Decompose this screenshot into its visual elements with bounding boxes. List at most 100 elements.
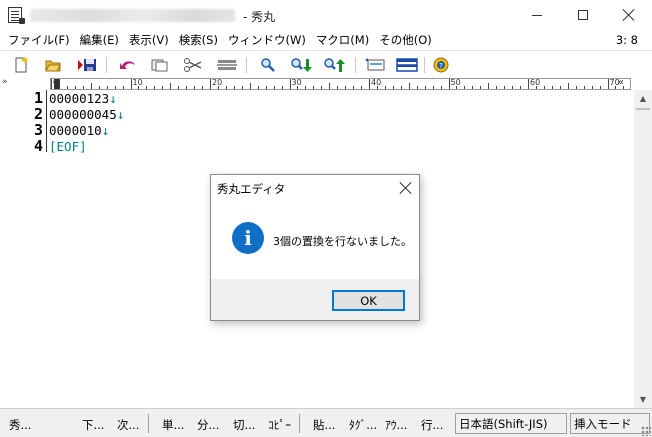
scroll-down-button[interactable]: ▼ — [634, 391, 652, 408]
open-folder-icon — [45, 60, 61, 72]
ruler-tick — [528, 79, 529, 89]
ruler-tick — [257, 86, 259, 89]
dialog-close-button[interactable] — [393, 175, 419, 201]
ruler-tick — [98, 86, 100, 89]
status-word[interactable]: 単... — [162, 417, 184, 433]
gutter-divider — [46, 90, 47, 152]
ruler-label: 30 — [291, 78, 302, 87]
status-line[interactable]: 行... — [421, 417, 443, 433]
document-icon — [8, 7, 25, 24]
ruler-tick — [178, 86, 180, 89]
ruler-tick — [504, 86, 506, 89]
ruler-tick — [210, 79, 211, 89]
search-down-button[interactable] — [290, 55, 312, 75]
menu-window[interactable]: ウィンドウ(W) — [223, 32, 311, 48]
ruler-tick — [416, 86, 418, 89]
ruler-tick — [265, 86, 267, 89]
ruler-tick — [249, 83, 251, 89]
editor-line: 1 00000123↓ — [0, 89, 117, 107]
menu-file[interactable]: ファイル(F) — [3, 32, 75, 48]
resize-grip[interactable] — [641, 426, 651, 436]
insert-mode-indicator[interactable]: 挿入モード — [570, 413, 650, 434]
close-button[interactable] — [606, 0, 652, 30]
split-window-button[interactable] — [396, 55, 418, 75]
status-hidemaru[interactable]: 秀... — [9, 417, 31, 433]
status-cut[interactable]: 切... — [233, 417, 255, 433]
menu-search[interactable]: 検索(S) — [174, 32, 223, 48]
ruler-tick — [122, 86, 124, 89]
encoding-indicator[interactable]: 日本語(Shift-JIS) — [455, 413, 567, 434]
minimize-button[interactable] — [514, 0, 560, 30]
line-content: 000000045 — [49, 106, 117, 122]
open-button[interactable] — [42, 55, 64, 75]
line-text: 00000123↓ — [49, 91, 117, 106]
ruler-corner-marker[interactable]: » — [2, 77, 8, 87]
ruler-tick — [186, 86, 188, 89]
ruler[interactable]: « 0 10 20 30 40 50 60 70 — [50, 78, 631, 90]
menu-view[interactable]: 表示(V) — [124, 32, 174, 48]
ruler-tick — [480, 86, 482, 89]
menu-edit[interactable]: 編集(E) — [75, 32, 124, 48]
ruler-tick — [51, 79, 52, 89]
search-button[interactable] — [257, 55, 279, 75]
ruler-tick — [225, 86, 227, 89]
scroll-thumb[interactable] — [636, 108, 650, 110]
status-outline[interactable]: ｱｳ... — [385, 417, 407, 433]
scroll-up-button[interactable]: ▲ — [634, 90, 652, 107]
ruler-tick — [448, 79, 450, 89]
ruler-label: 60 — [530, 78, 541, 87]
dialog-message: 3個の置換を行ないました。 — [273, 235, 412, 248]
menu-macro[interactable]: マクロ(M) — [311, 32, 374, 48]
ruler-label: 20 — [212, 78, 223, 87]
ok-button[interactable]: OK — [332, 290, 405, 311]
replace-button[interactable] — [364, 55, 386, 75]
status-paste[interactable]: 貼... — [313, 417, 335, 433]
ruler-label: 10 — [132, 78, 143, 87]
ruler-tick — [607, 79, 609, 89]
ruler-tick — [392, 86, 394, 89]
ruler-tick — [194, 86, 196, 89]
vertical-scrollbar[interactable]: ▲ ▼ — [634, 90, 652, 408]
menu-other[interactable]: その他(O) — [374, 32, 437, 48]
status-down[interactable]: 下... — [82, 417, 104, 433]
undo-button[interactable] — [117, 55, 139, 75]
ruler-tick — [472, 86, 474, 89]
status-copy[interactable]: ｺﾋﾟｰ — [268, 417, 291, 433]
ruler-label: 40 — [371, 78, 382, 87]
ruler-tick — [488, 83, 490, 89]
status-next[interactable]: 次... — [117, 417, 139, 433]
ruler-tick — [241, 86, 243, 89]
new-file-button[interactable] — [10, 55, 32, 75]
copy-button[interactable] — [149, 55, 171, 75]
paste-button[interactable] — [216, 55, 238, 75]
line-text: 0000010↓ — [49, 123, 109, 138]
ruler-tick — [623, 86, 625, 89]
maximize-button[interactable] — [560, 0, 606, 30]
ruler-tick — [106, 86, 108, 89]
help-button[interactable]: ? — [430, 55, 452, 75]
status-tag[interactable]: ﾀｸﾞ... — [349, 417, 377, 433]
ruler-tick — [440, 86, 442, 89]
ruler-tick — [464, 86, 466, 89]
title-bar: - 秀丸 — [0, 0, 652, 30]
ruler-tick — [305, 86, 307, 89]
ruler-tick — [353, 86, 355, 89]
split-window-icon — [396, 58, 418, 72]
ruler-tick — [74, 86, 76, 89]
status-split[interactable]: 分... — [197, 417, 219, 433]
ruler-tick — [114, 86, 116, 89]
ruler-tick — [384, 86, 386, 89]
search-up-button[interactable] — [323, 55, 345, 75]
search-up-icon — [324, 58, 345, 72]
ruler-tick — [154, 86, 156, 89]
ruler-tick — [567, 83, 569, 89]
save-button[interactable] — [76, 55, 98, 75]
ruler-tick — [599, 86, 601, 89]
dialog-body: i 3個の置換を行ないました。 — [211, 201, 419, 279]
cut-button[interactable] — [182, 55, 204, 75]
ruler-tick — [583, 86, 585, 89]
ruler-tick — [400, 86, 402, 89]
copy-icon — [151, 59, 168, 72]
ruler-tick — [361, 86, 363, 89]
line-number: 4 — [33, 137, 43, 155]
